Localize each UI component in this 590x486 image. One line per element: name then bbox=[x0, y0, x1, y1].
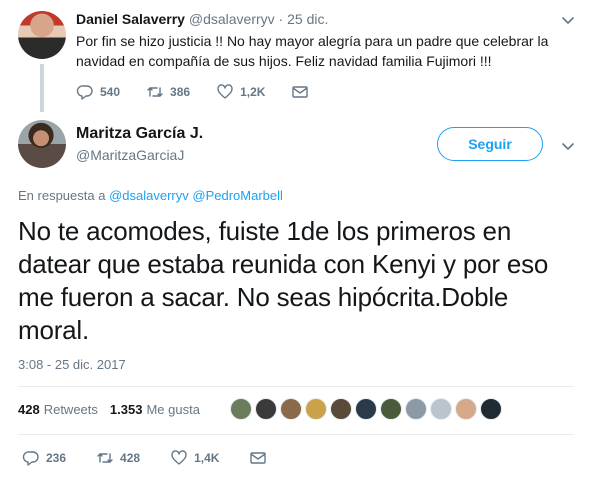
liker-avatar[interactable] bbox=[455, 398, 477, 420]
parent-message-button[interactable] bbox=[291, 83, 315, 101]
parent-reply-count: 540 bbox=[100, 85, 121, 99]
parent-header: Daniel Salaverry @dsalaverryv · 25 dic. bbox=[76, 11, 328, 27]
retweet-icon bbox=[147, 87, 163, 97]
liker-avatar[interactable] bbox=[305, 398, 327, 420]
parent-actions: 540 386 1,2K bbox=[76, 82, 341, 102]
divider bbox=[18, 434, 574, 435]
tweet-stats: 428 Retweets 1.353 Me gusta bbox=[18, 402, 212, 417]
reply-count: 236 bbox=[46, 451, 67, 465]
follow-button[interactable]: Seguir bbox=[437, 127, 543, 161]
reply-icon bbox=[22, 451, 39, 466]
divider bbox=[18, 386, 574, 387]
tweet-actions: 236 428 1,4K bbox=[22, 448, 303, 468]
retweet-count: 428 bbox=[18, 402, 40, 417]
likes-stat[interactable]: 1.353 Me gusta bbox=[110, 402, 200, 417]
reply-mention-link[interactable]: @PedroMarbell bbox=[192, 188, 283, 203]
reply-button[interactable]: 236 bbox=[22, 449, 66, 467]
parent-tweet-text: Por fin se hizo justicia !! No hay mayor… bbox=[76, 33, 549, 69]
chevron-down-icon[interactable] bbox=[560, 138, 576, 154]
parent-retweet-button[interactable]: 386 bbox=[146, 83, 190, 101]
author-name[interactable]: Maritza García J. bbox=[76, 125, 203, 143]
parent-tweet: Daniel Salaverry @dsalaverryv · 25 dic. … bbox=[0, 0, 590, 112]
parent-like-count: 1,2K bbox=[240, 85, 266, 99]
reply-mention-link[interactable]: @dsalaverryv bbox=[109, 188, 189, 203]
parent-author-name[interactable]: Daniel Salaverry bbox=[76, 11, 185, 27]
tweet-text: No te acomodes, fuiste 1de los primeros … bbox=[18, 216, 549, 345]
author-handle[interactable]: @MaritzaGarciaJ bbox=[76, 147, 184, 163]
parent-retweet-count: 386 bbox=[170, 85, 191, 99]
envelope-icon bbox=[250, 452, 267, 464]
like-count: 1.353 bbox=[109, 402, 143, 417]
parent-reply-button[interactable]: 540 bbox=[76, 83, 120, 101]
retweet-label: Retweets bbox=[43, 402, 98, 417]
liker-avatar[interactable] bbox=[380, 398, 402, 420]
retweet-action-count: 428 bbox=[120, 451, 141, 465]
parent-like-button[interactable]: 1,2K bbox=[216, 83, 265, 101]
liker-avatar[interactable] bbox=[430, 398, 452, 420]
parent-date[interactable]: 25 dic. bbox=[287, 11, 328, 27]
reply-icon bbox=[76, 85, 93, 100]
heart-icon bbox=[171, 450, 187, 465]
liker-avatar[interactable] bbox=[330, 398, 352, 420]
liker-avatar[interactable] bbox=[480, 398, 502, 420]
like-label: Me gusta bbox=[146, 402, 200, 417]
retweet-button[interactable]: 428 bbox=[96, 449, 140, 467]
liker-avatar[interactable] bbox=[230, 398, 252, 420]
envelope-icon bbox=[292, 86, 309, 98]
parent-author-handle[interactable]: @dsalaverryv bbox=[189, 11, 275, 27]
author-avatar[interactable] bbox=[18, 120, 66, 168]
likers-avatars bbox=[230, 398, 505, 420]
liker-avatar[interactable] bbox=[405, 398, 427, 420]
like-action-count: 1,4K bbox=[194, 451, 220, 465]
retweets-stat[interactable]: 428 Retweets bbox=[18, 402, 98, 417]
thread-line bbox=[40, 64, 44, 112]
heart-icon bbox=[217, 84, 233, 99]
like-button[interactable]: 1,4K bbox=[170, 449, 219, 467]
liker-avatar[interactable] bbox=[280, 398, 302, 420]
liker-avatar[interactable] bbox=[255, 398, 277, 420]
parent-separator: · bbox=[278, 11, 284, 27]
parent-avatar[interactable] bbox=[18, 11, 66, 59]
tweet-timestamp[interactable]: 3:08 - 25 dic. 2017 bbox=[18, 357, 126, 372]
reply-context: En respuesta a @dsalaverryv @PedroMarbel… bbox=[18, 188, 283, 203]
retweet-icon bbox=[97, 453, 113, 463]
message-button[interactable] bbox=[249, 449, 273, 467]
liker-avatar[interactable] bbox=[355, 398, 377, 420]
reply-prefix: En respuesta a bbox=[18, 188, 106, 203]
chevron-down-icon[interactable] bbox=[560, 12, 576, 28]
